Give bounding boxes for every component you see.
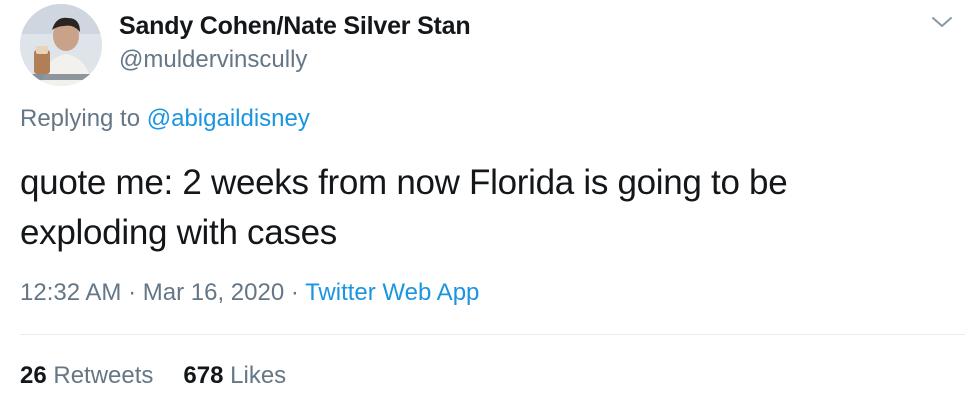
retweets-stat[interactable]: 26 Retweets bbox=[20, 362, 153, 389]
avatar-photo-icon bbox=[20, 4, 102, 86]
divider bbox=[20, 334, 965, 335]
display-name[interactable]: Sandy Cohen/Nate Silver Stan bbox=[119, 12, 471, 41]
likes-label: Likes bbox=[230, 362, 287, 389]
retweets-label: Retweets bbox=[53, 362, 154, 389]
chevron-down-icon[interactable] bbox=[930, 14, 954, 30]
tweet-text: quote me: 2 weeks from now Florida is go… bbox=[20, 158, 920, 258]
replying-to-handle-link[interactable]: @abigaildisney bbox=[147, 105, 310, 132]
replying-to-label: Replying to bbox=[20, 105, 141, 132]
tweet-date[interactable]: Mar 16, 2020 bbox=[143, 279, 284, 306]
tweet-text-line: exploding with cases bbox=[20, 213, 337, 252]
avatar[interactable] bbox=[20, 4, 102, 86]
user-handle[interactable]: @muldervinscully bbox=[119, 46, 307, 74]
tweet-source-link[interactable]: Twitter Web App bbox=[305, 279, 479, 306]
tweet-time[interactable]: 12:32 AM bbox=[20, 279, 121, 306]
likes-count: 678 bbox=[183, 362, 224, 389]
tweet-stats: 26 Retweets 678 Likes bbox=[20, 362, 286, 390]
tweet-text-line: quote me: 2 weeks from now Florida is go… bbox=[20, 163, 788, 202]
likes-stat[interactable]: 678 Likes bbox=[183, 362, 286, 389]
replying-to: Replying to @abigaildisney bbox=[20, 105, 310, 133]
meta-separator: · bbox=[290, 279, 299, 306]
meta-separator: · bbox=[128, 279, 137, 306]
retweets-count: 26 bbox=[20, 362, 47, 389]
tweet-metadata: 12:32 AM · Mar 16, 2020 · Twitter Web Ap… bbox=[20, 279, 479, 307]
tweet-card: Sandy Cohen/Nate Silver Stan @muldervins… bbox=[0, 0, 980, 407]
